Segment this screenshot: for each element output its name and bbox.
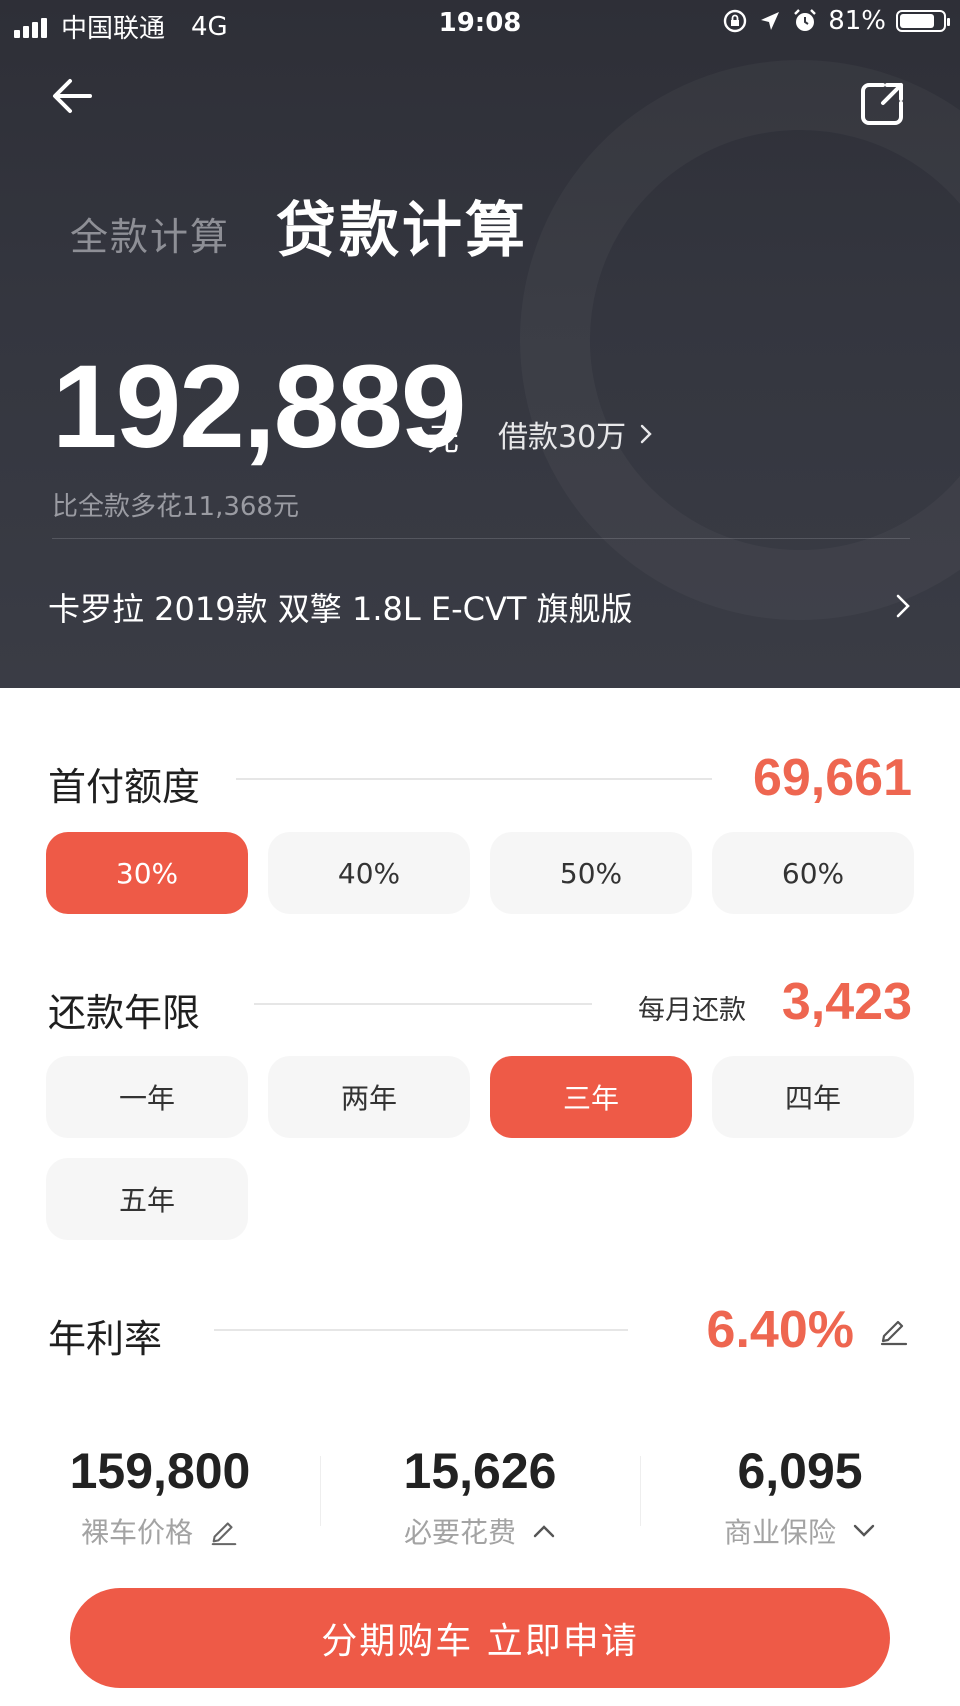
rate-value: 6.40% [706,1301,854,1359]
tab-full-payment[interactable]: 全款计算 [70,206,230,261]
car-model-selector[interactable]: 卡罗拉 2019款 双擎 1.8L E-CVT 旗舰版 [48,584,633,630]
term-title: 还款年限 [48,991,201,1035]
loan-amount-label: 借款30万 [498,420,627,455]
insurance-summary[interactable]: 6,095 商业保险 [650,1444,950,1551]
term-option[interactable]: 三年 [490,1056,692,1138]
summary-separator [640,1456,641,1526]
back-button[interactable] [44,68,100,124]
chevron-right-icon[interactable] [896,594,910,618]
total-unit: 元 [427,420,460,458]
car-price-summary[interactable]: 159,800 裸车价格 [10,1444,310,1551]
fees-label: 必要花费 [403,1516,516,1549]
share-icon [861,83,903,125]
term-option[interactable]: 一年 [46,1056,248,1138]
section-divider [254,1003,592,1005]
alarm-icon [794,9,817,31]
extra-cost-note: 比全款多花11,368元 [52,492,299,522]
fees-summary[interactable]: 15,626 必要花费 [330,1444,630,1551]
arrow-left-icon [53,79,92,113]
monthly-payment-value: 3,423 [781,973,912,1031]
insurance-label-row: 商业保险 [650,1511,950,1551]
battery-percent: 81% [828,6,886,36]
term-option[interactable]: 两年 [268,1056,470,1138]
edit-icon[interactable] [878,1314,910,1346]
battery-icon [896,10,950,32]
down-payment-option[interactable]: 30% [46,832,248,914]
summary-separator [320,1456,321,1526]
insurance-value: 6,095 [737,1443,863,1499]
chevron-up-icon[interactable] [532,1523,556,1539]
tab-loan-calc[interactable]: 贷款计算 [276,182,528,269]
monthly-payment-label: 每月还款 [638,995,746,1026]
battery-fill [900,14,935,28]
chevron-right-icon [640,424,652,444]
total-amount: 192,889 [52,341,467,473]
section-divider [236,778,712,780]
chevron-down-icon[interactable] [852,1523,876,1539]
section-divider [214,1329,628,1331]
term-option[interactable]: 五年 [46,1158,248,1240]
fees-label-row: 必要花费 [330,1511,630,1551]
share-button[interactable] [854,76,910,132]
edit-icon[interactable] [209,1516,239,1546]
down-payment-title: 首付额度 [48,765,201,809]
location-icon [761,12,780,30]
down-payment-option[interactable]: 60% [712,832,914,914]
orientation-lock-icon [724,9,747,33]
down-payment-option[interactable]: 40% [268,832,470,914]
insurance-label: 商业保险 [723,1516,836,1549]
status-bar: 中国联通 4G 19:08 81% [0,0,960,46]
loan-amount-link[interactable]: 借款30万 [498,412,652,456]
header: 中国联通 4G 19:08 81% 全款计算 贷款计算 192,889 元 借款… [0,0,960,688]
apply-installment-button[interactable]: 分期购车 立即申请 [70,1588,890,1688]
car-price-value: 159,800 [69,1443,251,1499]
down-payment-option[interactable]: 50% [490,832,692,914]
rate-title: 年利率 [48,1317,163,1361]
down-payment-value: 69,661 [752,749,912,807]
term-option[interactable]: 四年 [712,1056,914,1138]
header-divider [52,538,910,539]
car-price-label-row: 裸车价格 [10,1511,310,1551]
fees-value: 15,626 [403,1443,557,1499]
status-right: 81% [722,6,950,36]
car-price-label: 裸车价格 [80,1516,193,1549]
